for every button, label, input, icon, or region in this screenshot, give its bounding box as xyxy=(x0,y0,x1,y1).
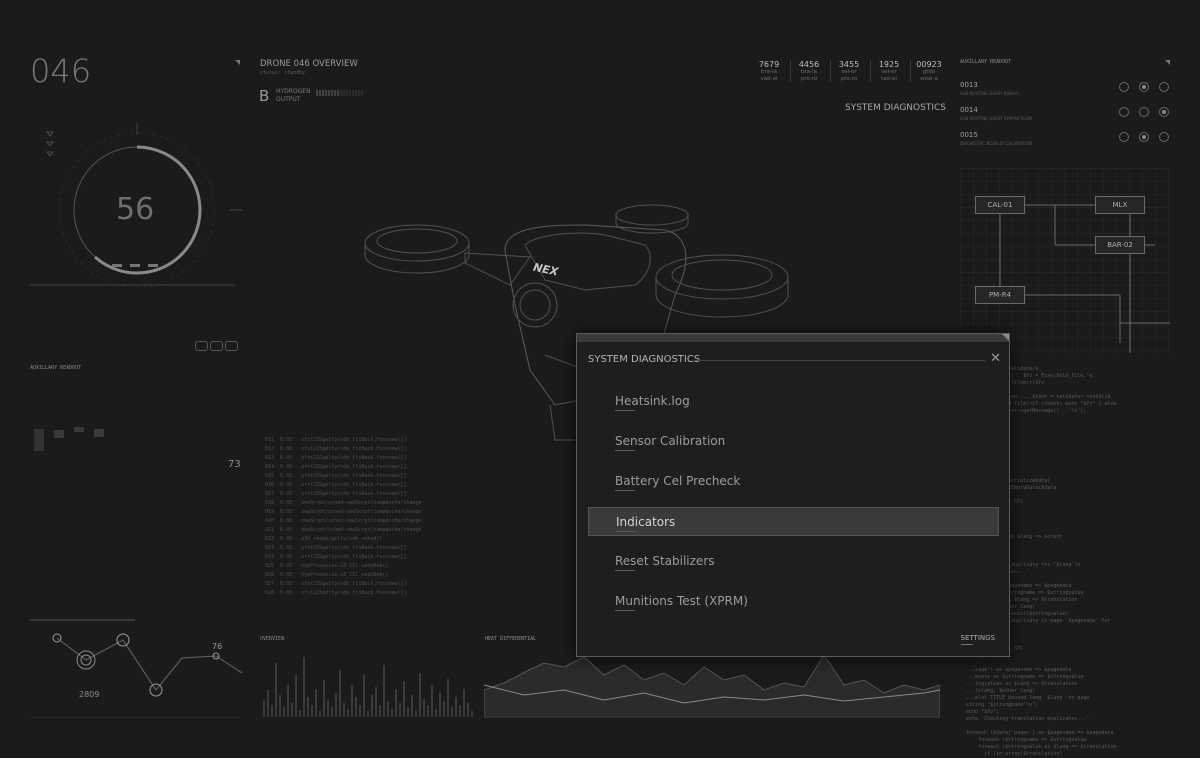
menu-item-reset-stabilizers[interactable]: Reset Stabilizers xyxy=(588,547,999,576)
menu-item-underline xyxy=(615,490,635,491)
aux-row-sub: SUB-ROUTINE QUERY BINARY xyxy=(960,91,1019,96)
menu-item-underline xyxy=(615,610,635,611)
radio-0013-c[interactable] xyxy=(1159,82,1169,92)
right-aux-title: AUXILLARY READOUT xyxy=(960,59,1012,65)
heat-differential-label: HEAT DIFFERENTIAL xyxy=(485,636,537,642)
menu-item-underline xyxy=(615,410,635,411)
hydrogen-letter: B xyxy=(259,87,270,105)
menu-item-heatsink-log[interactable]: Heatsink.log xyxy=(588,387,999,416)
aux-row-sub: DIAGNOSTIC NODE BY CALIBRATION xyxy=(960,141,1033,146)
stat-value: 3455 xyxy=(838,60,860,69)
radio-0013-b[interactable] xyxy=(1139,82,1149,92)
radio-0013-a[interactable] xyxy=(1119,82,1129,92)
overview-bars xyxy=(263,657,473,717)
aux-row-sub: SUB-ROUTINE QUERY SYNTAX FLOW xyxy=(960,116,1033,121)
close-icon[interactable]: ✕ xyxy=(990,351,1001,366)
gauge-dashes xyxy=(112,252,158,271)
hydrogen-bars xyxy=(316,90,363,96)
graph-value-2809: 2809 xyxy=(79,690,100,699)
menu-item-munitions-test[interactable]: Munitions Test (XPRM) xyxy=(588,587,999,616)
corner-marker xyxy=(1165,60,1170,65)
aux-row-id: 0015 xyxy=(960,131,978,139)
menu-item-underline xyxy=(616,531,636,532)
system-diagnostics-modal: SYSTEM DIAGNOSTICS ✕ Heatsink.log Sensor… xyxy=(576,333,1010,657)
drone-overview-subtitle: status: standby xyxy=(260,70,306,76)
node-pm-r4[interactable]: PM-R4 xyxy=(975,286,1025,304)
stat-4: 1925 sel-er tad-ei xyxy=(871,60,907,83)
toggle-pills xyxy=(195,336,238,355)
menu-item-label: Indicators xyxy=(616,515,676,529)
menu-item-underline xyxy=(615,570,635,571)
node-graph xyxy=(30,619,242,718)
corner-marker xyxy=(235,60,240,65)
modal-top-bar xyxy=(577,334,1009,342)
stat-value: 1925 xyxy=(878,60,900,69)
modal-corner-marker xyxy=(1002,334,1009,341)
node-bar-02[interactable]: BAR-02 xyxy=(1095,236,1145,254)
svg-text:NEX: NEX xyxy=(532,261,560,279)
left-aux-value: 73 xyxy=(228,459,241,470)
menu-item-label: Munitions Test (XPRM) xyxy=(615,594,748,608)
radio-0015-b[interactable] xyxy=(1139,132,1149,142)
menu-item-label: Heatsink.log xyxy=(615,394,690,408)
stat-1: 7679 bra-la vad-ei xyxy=(751,60,787,83)
node-mlx[interactable]: MLX xyxy=(1095,196,1145,214)
drone-overview-title: DRONE 046 OVERVIEW xyxy=(260,59,358,69)
mini-bar-chart xyxy=(32,425,112,455)
menu-item-indicators[interactable]: Indicators xyxy=(588,507,999,536)
stat-value: 00923 xyxy=(916,60,942,69)
hydrogen-label-2: OUTPUT xyxy=(276,96,301,103)
stat-2: 4456 bra-la pro-ro xyxy=(791,60,827,83)
overview-label: OVERVIEW xyxy=(260,636,285,642)
radio-0015-a[interactable] xyxy=(1119,132,1129,142)
node-cal-01[interactable]: CAL-01 xyxy=(975,196,1025,214)
radio-0014-a[interactable] xyxy=(1119,107,1129,117)
menu-item-label: Reset Stabilizers xyxy=(615,554,715,568)
radio-0014-c[interactable] xyxy=(1159,107,1169,117)
aux-row-id: 0013 xyxy=(960,81,978,89)
stat-5: 00923 gtdo wiso-a xyxy=(911,60,947,83)
menu-item-label: Battery Cel Precheck xyxy=(615,474,741,488)
menu-item-underline xyxy=(615,450,635,451)
graph-value-76: 76 xyxy=(212,642,223,651)
gauge-value: 56 xyxy=(116,192,155,227)
aux-row-id: 0014 xyxy=(960,106,978,114)
left-aux-title: AUXILLARY READOUT xyxy=(30,365,82,371)
modal-title-rule xyxy=(695,360,985,361)
settings-button[interactable]: SETTINGS xyxy=(960,634,995,645)
hydrogen-label-1: HYDROGEN xyxy=(276,88,311,95)
menu-item-battery-cel-precheck[interactable]: Battery Cel Precheck xyxy=(588,467,999,496)
radio-0015-c[interactable] xyxy=(1159,132,1169,142)
stat-3: 3455 sel-er pro-ro xyxy=(831,60,867,83)
stat-value: 7679 xyxy=(758,60,780,69)
modal-title: SYSTEM DIAGNOSTICS xyxy=(588,354,701,365)
stat-value: 4456 xyxy=(798,60,820,69)
menu-item-sensor-calibration[interactable]: Sensor Calibration xyxy=(588,427,999,456)
menu-item-label: Sensor Calibration xyxy=(615,434,726,448)
radio-0014-b[interactable] xyxy=(1139,107,1149,117)
drone-number: 046 xyxy=(30,52,92,90)
system-diagnostics-link[interactable]: SYSTEM DIAGNOSTICS xyxy=(845,103,946,113)
